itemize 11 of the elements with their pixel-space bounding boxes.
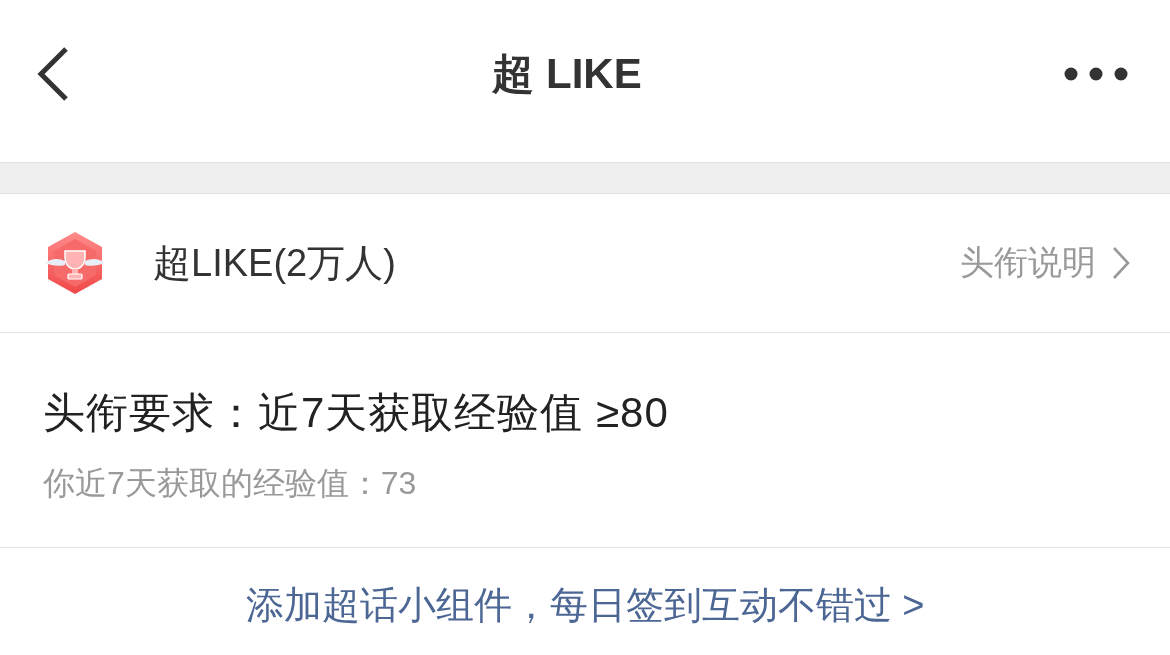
badge-title: 超LIKE(2万人) — [153, 240, 396, 286]
experience-text: 你近7天获取的经验值：73 — [43, 464, 417, 503]
requirement-text: 头衔要求：近7天获取经验值 ≥80 — [43, 388, 669, 438]
add-widget-link[interactable]: 添加超话小组件，每日签到互动不错过 > — [245, 580, 925, 631]
more-icon — [1064, 67, 1128, 81]
back-button[interactable] — [36, 46, 70, 102]
back-icon — [37, 47, 69, 101]
title-info-link[interactable]: 头衔说明 — [960, 240, 1130, 286]
page-title: 超 LIKE — [492, 49, 642, 99]
trophy-badge-icon — [43, 231, 107, 295]
chevron-right-icon — [1112, 246, 1130, 280]
